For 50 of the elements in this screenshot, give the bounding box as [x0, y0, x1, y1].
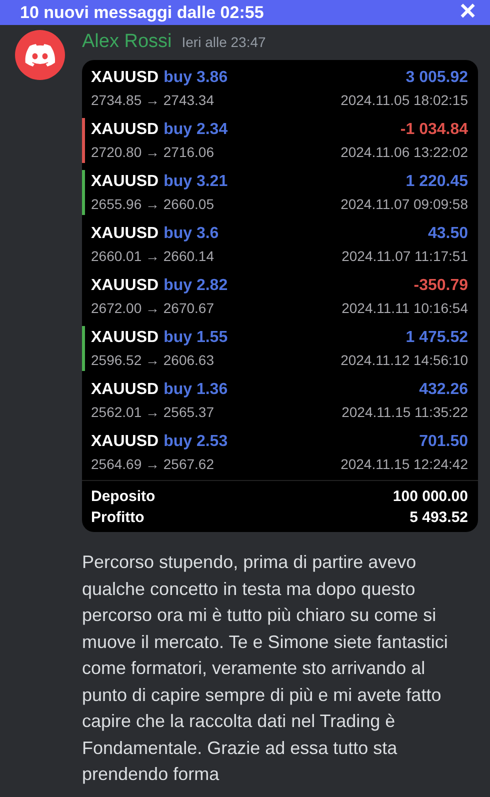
- summary-label: Deposito: [91, 488, 156, 505]
- trade-symbol: XAUUSD: [91, 277, 159, 295]
- trade-profit: 432.26: [418, 381, 468, 399]
- trade-date: 2024.11.06 13:22:02: [340, 144, 468, 160]
- trade-prices: 2660.01 → 2660.14: [91, 248, 215, 264]
- summary-label: Profitto: [91, 509, 146, 526]
- trade-order: buy 2.82: [164, 277, 228, 295]
- trade-date: 2024.11.07 11:17:51: [342, 248, 468, 264]
- trade-date: 2024.11.15 11:35:22: [342, 404, 468, 420]
- trade-date: 2024.11.15 12:24:42: [340, 456, 468, 472]
- trade-prices: 2655.96 → 2660.05: [91, 196, 215, 212]
- trade-symbol: XAUUSD: [91, 69, 159, 87]
- trade-order: buy 2.53: [164, 433, 228, 451]
- trade-date: 2024.11.12 14:56:10: [340, 352, 468, 368]
- new-messages-banner[interactable]: 10 nuovi messaggi dalle 02:55: [20, 3, 264, 23]
- trade-profit: 43.50: [426, 225, 468, 243]
- avatar-icon[interactable]: [15, 30, 65, 80]
- trade-order: buy 1.36: [164, 381, 228, 399]
- author-name[interactable]: Alex Rossi: [82, 31, 172, 53]
- trade-order: buy 3.21: [164, 173, 228, 191]
- trade-profit: -1 034.84: [399, 121, 468, 139]
- trade-symbol: XAUUSD: [91, 225, 159, 243]
- trade-prices: 2596.52 → 2606.63: [91, 352, 215, 368]
- message-timestamp: Ieri alle 23:47: [182, 34, 266, 50]
- trade-prices: 2562.01 → 2565.37: [91, 404, 215, 420]
- message-text: Percorso stupendo, prima di partire avevo qualche concetto in testa ma dopo questo percorso ora mi è tutto più chiaro su come si muove il mercato. Te e Simone siete fantastici come formatori, veramente sto arrivando al punto di capire sempre di più e mi avete fatto capire che la raccolta dati nel Trading è Fondamentale. Grazie ad essa tutto sta prendendo forma: [82, 551, 449, 786]
- trade-date: 2024.11.07 09:09:58: [340, 196, 468, 212]
- trade-profit: 701.50: [418, 433, 468, 451]
- trade-order: buy 3.86: [164, 69, 228, 87]
- trade-symbol: XAUUSD: [91, 329, 159, 347]
- summary-value: 5 493.52: [408, 509, 468, 526]
- trade-date: 2024.11.05 18:02:15: [340, 92, 468, 108]
- trade-prices: 2720.80 → 2716.06: [91, 144, 215, 160]
- trade-date: 2024.11.11 10:16:54: [342, 300, 468, 316]
- trade-prices: 2734.85 → 2743.34: [91, 92, 215, 108]
- summary-value: 100 000.00: [392, 488, 468, 505]
- trade-profit: 1 475.52: [404, 329, 468, 347]
- trade-order: buy 2.34: [164, 121, 228, 139]
- trade-symbol: XAUUSD: [91, 121, 159, 139]
- trade-symbol: XAUUSD: [91, 381, 159, 399]
- trade-symbol: XAUUSD: [91, 173, 159, 191]
- trade-order: buy 1.55: [164, 329, 228, 347]
- close-button[interactable]: ×: [460, 0, 476, 23]
- trade-order: buy 3.6: [164, 225, 219, 243]
- trade-prices: 2564.69 → 2567.62: [91, 456, 215, 472]
- trade-profit: -350.79: [412, 277, 468, 295]
- trade-symbol: XAUUSD: [91, 433, 159, 451]
- trade-profit: 1 220.45: [404, 173, 468, 191]
- trade-prices: 2672.00 → 2670.67: [91, 300, 215, 316]
- trade-profit: 3 005.92: [404, 69, 468, 87]
